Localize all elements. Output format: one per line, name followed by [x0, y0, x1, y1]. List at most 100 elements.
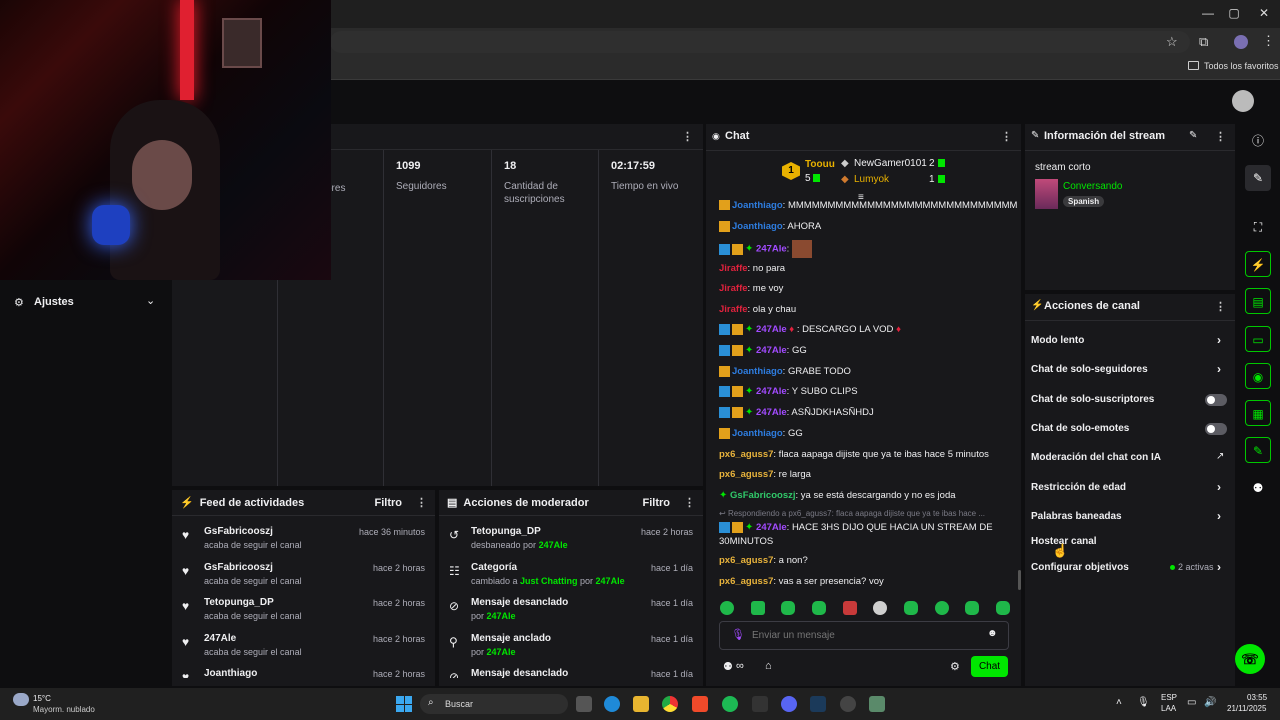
chat-user[interactable]: px6_aguss7	[719, 469, 773, 480]
emoji-icon[interactable]: ☻	[987, 628, 998, 639]
chat-user[interactable]: 247Ale	[756, 522, 787, 533]
emote-icon[interactable]	[781, 601, 796, 615]
mod-user[interactable]: 247Ale	[487, 611, 516, 621]
lang-indicator[interactable]: ESP	[1161, 693, 1177, 702]
all-favorites-link[interactable]: Todos los favoritos	[1204, 61, 1279, 71]
emote-icon[interactable]	[811, 601, 826, 615]
mod-user[interactable]: 247Ale	[539, 540, 568, 550]
edit-icon[interactable]: ✎	[1189, 130, 1197, 141]
settings-label[interactable]: Ajustes	[34, 296, 74, 308]
taskbar-search[interactable]	[420, 694, 568, 714]
chevron-right-icon[interactable]: ›	[1217, 560, 1221, 574]
mod-user[interactable]: 247Ale	[596, 576, 625, 586]
gifter-name[interactable]: NewGamer0101	[854, 158, 927, 169]
close-icon[interactable]: ✕	[1254, 6, 1274, 20]
profile-icon[interactable]	[1234, 35, 1248, 49]
users-icon[interactable]: ⚉	[723, 660, 733, 673]
stream-info-menu-icon[interactable]: ⋮	[1215, 130, 1226, 143]
emote-icon[interactable]	[750, 601, 765, 615]
edge-icon[interactable]	[604, 696, 620, 712]
chat-user[interactable]: 247Ale	[756, 345, 787, 356]
chevron-right-icon[interactable]: ›	[1217, 362, 1221, 376]
taskbar-search-label[interactable]: Buscar	[445, 699, 473, 709]
obs-icon[interactable]	[840, 696, 856, 712]
emotes-only-item[interactable]: Chat de solo-emotes	[1031, 423, 1129, 434]
windows-start-icon[interactable]	[396, 696, 412, 712]
minimize-icon[interactable]: —	[1198, 6, 1218, 20]
bolt-icon[interactable]: ⚡	[1245, 251, 1271, 277]
chat-user[interactable]: Joanthiago	[732, 428, 783, 439]
chat-user[interactable]: 247Ale	[756, 407, 787, 418]
mic-tray-icon[interactable]: 🎙	[1137, 697, 1150, 708]
leader-name[interactable]: Toouu	[805, 159, 835, 170]
mod-user[interactable]: 247Ale	[487, 647, 516, 657]
discord-icon[interactable]	[781, 696, 797, 712]
chevron-up-icon[interactable]: ˄	[1116, 697, 1122, 708]
chart-icon[interactable]: ↗	[1216, 451, 1224, 462]
clock-time[interactable]: 03:55	[1247, 693, 1267, 702]
stats-menu-icon[interactable]: ⋮	[682, 130, 693, 143]
channel-actions-menu-icon[interactable]: ⋮	[1215, 300, 1226, 313]
emote-icon[interactable]	[995, 601, 1010, 615]
gear-icon[interactable]: ⚙	[950, 660, 960, 673]
chat-user[interactable]: px6_aguss7	[719, 576, 773, 587]
broadcast-icon[interactable]: ◉	[1245, 363, 1271, 389]
maximize-icon[interactable]: ▢	[1224, 6, 1244, 20]
chat-user[interactable]: Jiraffe	[719, 304, 748, 315]
brave-icon[interactable]	[692, 696, 708, 712]
chat-icon[interactable]: ▭	[1245, 326, 1271, 352]
crop-icon[interactable]: ⛶	[1245, 214, 1271, 240]
chat-user[interactable]: Jiraffe	[719, 283, 748, 294]
spotify-icon[interactable]	[722, 696, 738, 712]
chat-user[interactable]: 247Ale	[756, 386, 787, 397]
subscribers-only-item[interactable]: Chat de solo-suscriptores	[1031, 394, 1154, 405]
ai-moderation-item[interactable]: Moderación del chat con IA	[1031, 452, 1161, 463]
emote-icon[interactable]	[873, 601, 888, 615]
edit-icon[interactable]: ✎	[1245, 165, 1271, 191]
feed-filter-button[interactable]: Filtro	[375, 497, 403, 509]
category-thumbnail[interactable]	[1035, 179, 1058, 209]
category-link[interactable]: Just Chatting	[520, 576, 578, 586]
app-icon[interactable]	[869, 696, 885, 712]
followers-only-item[interactable]: Chat de solo-seguidores	[1031, 364, 1148, 375]
send-chat-button[interactable]: Chat	[971, 656, 1008, 677]
emote-icon[interactable]	[842, 601, 857, 615]
emotes-only-toggle[interactable]	[1205, 423, 1227, 435]
subscribers-only-toggle[interactable]	[1205, 394, 1227, 406]
gifter-name[interactable]: Lumyok	[854, 174, 889, 185]
info-icon[interactable]: ⓘ	[1245, 128, 1271, 154]
chrome-icon[interactable]	[662, 696, 678, 712]
chat-input[interactable]	[752, 627, 952, 643]
chat-user[interactable]: px6_aguss7	[719, 449, 773, 460]
mod-filter-button[interactable]: Filtro	[643, 497, 671, 509]
chat-user[interactable]: Joanthiago	[732, 221, 783, 232]
category-name[interactable]: Conversando	[1063, 181, 1122, 192]
microphone-icon[interactable]: 🎙	[731, 628, 745, 641]
address-field[interactable]	[330, 31, 1190, 53]
document-icon[interactable]: ▤	[1245, 288, 1271, 314]
epic-icon[interactable]	[752, 696, 768, 712]
emote-icon[interactable]	[965, 601, 980, 615]
infinity-icon[interactable]: ∞	[736, 660, 744, 672]
avatar[interactable]	[1232, 90, 1254, 112]
goals-item[interactable]: Configurar objetivos	[1031, 562, 1129, 573]
chat-user[interactable]: Jiraffe	[719, 263, 748, 274]
chat-user[interactable]: Joanthiago	[732, 366, 783, 377]
volume-icon[interactable]: 🔊	[1204, 697, 1216, 708]
emote-icon[interactable]	[720, 601, 734, 615]
weather-temp[interactable]: 15°C	[33, 694, 51, 703]
task-view-icon[interactable]	[576, 696, 592, 712]
steam-icon[interactable]	[810, 696, 826, 712]
browser-menu-icon[interactable]: ⋮	[1262, 33, 1275, 49]
extensions-icon[interactable]: ⧉	[1199, 34, 1208, 50]
banned-words-item[interactable]: Palabras baneadas	[1031, 511, 1122, 522]
bookmark-star-icon[interactable]: ☆	[1166, 34, 1178, 50]
emote-icon[interactable]	[903, 601, 918, 615]
wrench-icon[interactable]: ✎	[1245, 437, 1271, 463]
add-widget-icon[interactable]: ⚉	[1245, 475, 1271, 501]
slow-mode-item[interactable]: Modo lento	[1031, 335, 1084, 346]
chevron-right-icon[interactable]: ›	[1217, 480, 1221, 494]
chat-menu-icon[interactable]: ⋮	[1001, 130, 1012, 143]
chat-scrollbar[interactable]	[1018, 570, 1021, 590]
chat-user[interactable]: 247Ale	[756, 324, 787, 335]
